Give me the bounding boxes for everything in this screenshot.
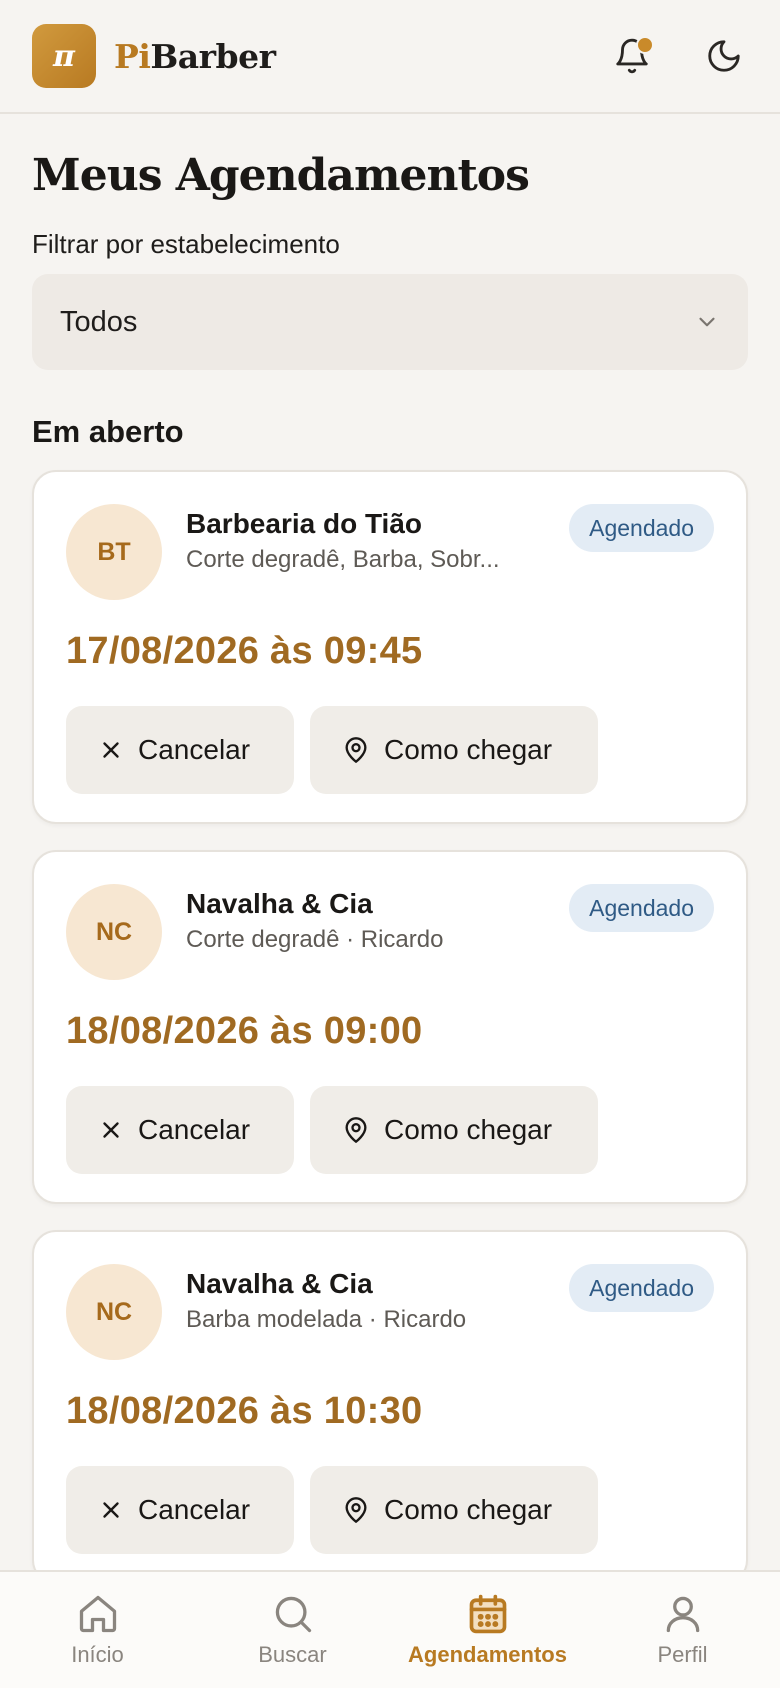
close-icon (103, 742, 119, 758)
nav-label: Buscar (258, 1642, 327, 1667)
status-badge: Agendado (569, 504, 714, 552)
notification-dot (636, 36, 654, 54)
main-content: Meus Agendamentos Filtrar por estabeleci… (32, 114, 748, 1584)
filter-selected-value: Todos (60, 305, 138, 338)
section-title-open: Em aberto (32, 414, 184, 449)
nav-label: Início (71, 1642, 124, 1667)
map-pin-icon (345, 1117, 367, 1143)
map-pin-icon (345, 1497, 367, 1523)
theme-toggle-button[interactable] (700, 32, 748, 80)
avatar: NC (66, 1264, 162, 1360)
directions-button[interactable]: Como chegar (310, 1086, 598, 1174)
cancel-button[interactable]: Cancelar (66, 706, 294, 794)
brand-name: PiBarber (114, 36, 276, 76)
home-icon (79, 1595, 116, 1633)
card-actions: Cancelar Como chegar (66, 706, 598, 794)
cancel-label: Cancelar (138, 1494, 251, 1525)
search-icon (275, 1596, 311, 1633)
directions-label: Como chegar (384, 734, 553, 765)
calendar-icon (469, 1594, 506, 1634)
user-icon (666, 1596, 699, 1633)
filter-label: Filtrar por estabelecimento (32, 229, 340, 259)
brand-barber: Barber (150, 36, 276, 76)
brand-pi: Pi (114, 36, 151, 76)
moon-icon (708, 40, 740, 72)
logo-symbol: π (53, 38, 75, 74)
service-details: Barba modelada · Ricardo (186, 1306, 467, 1333)
establishment-name: Navalha & Cia (186, 888, 373, 919)
appointment-card: NC Navalha & Cia Barba modelada · Ricard… (32, 1230, 748, 1584)
close-icon (103, 1502, 119, 1518)
cancel-label: Cancelar (138, 1114, 251, 1145)
directions-label: Como chegar (384, 1494, 553, 1525)
bottom-navigation: Início Buscar Agendamentos Perfil (0, 1570, 780, 1688)
app-header: π PiBarber (0, 0, 780, 114)
nav-item-appointments[interactable]: Agendamentos (390, 1572, 585, 1688)
directions-button[interactable]: Como chegar (310, 1466, 598, 1554)
close-icon (103, 1122, 119, 1138)
map-pin-icon (345, 737, 367, 763)
avatar: BT (66, 504, 162, 600)
service-details: Corte degradê · Ricardo (186, 926, 444, 953)
cancel-button[interactable]: Cancelar (66, 1086, 294, 1174)
status-badge: Agendado (569, 1264, 714, 1312)
page-title: Meus Agendamentos (32, 150, 530, 201)
nav-item-home[interactable]: Início (0, 1572, 195, 1688)
appointment-card: BT Barbearia do Tião Corte degradê, Barb… (32, 470, 748, 824)
chevron-down-icon (699, 317, 715, 327)
header-actions (608, 32, 748, 80)
appointment-datetime: 18/08/2026 às 10:30 (66, 1390, 423, 1432)
directions-label: Como chegar (384, 1114, 553, 1145)
nav-label: Agendamentos (408, 1642, 567, 1667)
establishment-filter-select[interactable]: Todos (32, 274, 748, 370)
cancel-label: Cancelar (138, 734, 251, 765)
appointment-datetime: 18/08/2026 às 09:00 (66, 1010, 423, 1052)
establishment-name: Navalha & Cia (186, 1268, 373, 1299)
nav-label: Perfil (657, 1642, 708, 1667)
appointment-datetime: 17/08/2026 às 09:45 (66, 630, 423, 672)
directions-button[interactable]: Como chegar (310, 706, 598, 794)
card-actions: Cancelar Como chegar (66, 1466, 598, 1554)
logo-icon[interactable]: π (32, 24, 96, 88)
appointment-card: NC Navalha & Cia Corte degradê · Ricardo… (32, 850, 748, 1204)
nav-item-profile[interactable]: Perfil (585, 1572, 780, 1688)
notifications-button[interactable] (608, 32, 656, 80)
establishment-name: Barbearia do Tião (186, 508, 423, 539)
cancel-button[interactable]: Cancelar (66, 1466, 294, 1554)
service-details: Corte degradê, Barba, Sobr... (186, 546, 500, 573)
card-actions: Cancelar Como chegar (66, 1086, 598, 1174)
nav-item-search[interactable]: Buscar (195, 1572, 390, 1688)
status-badge: Agendado (569, 884, 714, 932)
avatar: NC (66, 884, 162, 980)
